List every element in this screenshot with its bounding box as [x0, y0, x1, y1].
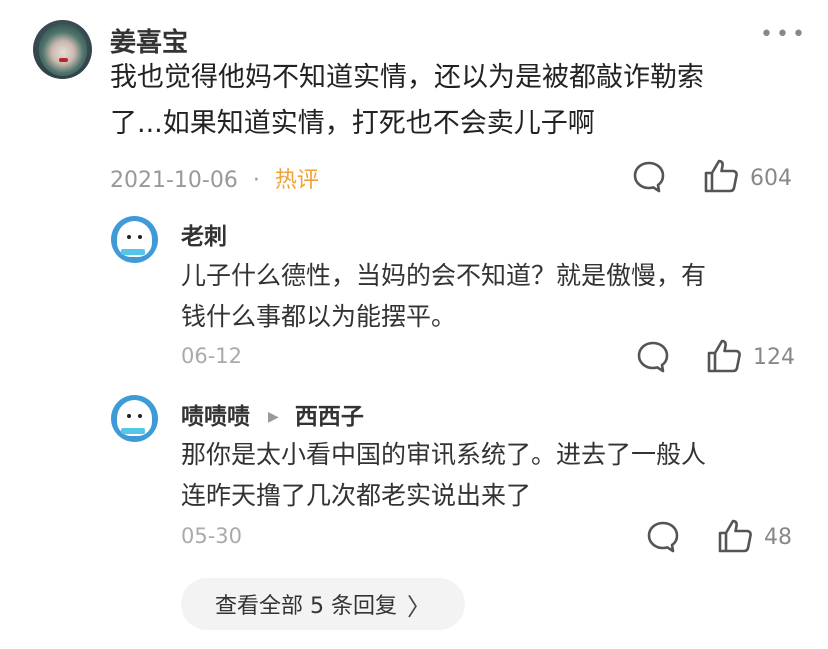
reply-text-line-1: 那你是太小看中国的审讯系统了。进去了一般人 [181, 440, 707, 469]
reply-text-line-2: 钱什么事都以为能摆平。 [181, 302, 457, 331]
hot-comment-tag: 热评 [274, 168, 319, 193]
reply-text-line-1: 儿子什么德性，当妈的会不知道？就是傲慢，有 [181, 261, 707, 290]
thumbs-up-icon[interactable] [705, 337, 743, 375]
comment-meta: 2021-10-06 · 热评 [110, 162, 319, 194]
reply-date: 05-30 [181, 524, 243, 548]
thumbs-up-icon[interactable] [702, 157, 740, 195]
comment-text-line-1: 我也觉得他妈不知道实情，还以为是被都敲诈勒索 [110, 62, 704, 93]
avatar[interactable] [111, 395, 158, 442]
comment-username[interactable]: 姜喜宝 [110, 22, 188, 59]
like-count: 604 [750, 166, 792, 191]
avatar[interactable] [111, 216, 158, 263]
like-count: 124 [753, 345, 795, 370]
comment-bubble-icon[interactable] [646, 520, 680, 554]
comment-date: 2021-10-06 [110, 168, 238, 193]
chevron-right-icon: 〉 [406, 592, 431, 621]
reply-username: 啧啧啧 ▶ 西西子 [181, 397, 364, 431]
reply-text-line-2: 连昨天撸了几次都老实说出来了 [181, 481, 532, 510]
comment-bubble-icon[interactable] [636, 340, 670, 374]
reply-arrow-icon: ▶ [268, 409, 279, 425]
view-all-label: 查看全部 5 条回复 [215, 594, 397, 619]
view-all-replies-button[interactable]: 查看全部 5 条回复 〉 [181, 578, 465, 630]
comment-bubble-icon[interactable] [632, 160, 666, 194]
avatar[interactable] [33, 20, 92, 79]
meta-separator: · [252, 168, 260, 193]
reply-username-link[interactable]: 啧啧啧 [181, 404, 250, 430]
thumbs-up-icon[interactable] [716, 517, 754, 555]
reply-username[interactable]: 老刺 [181, 217, 227, 251]
reply-to-username[interactable]: 西西子 [295, 404, 364, 430]
comment-text-line-2: 了...如果知道实情，打死也不会卖儿子啊 [110, 108, 595, 139]
more-icon[interactable]: ••• [760, 22, 808, 47]
reply-date: 06-12 [181, 344, 243, 368]
like-count: 48 [764, 525, 792, 550]
